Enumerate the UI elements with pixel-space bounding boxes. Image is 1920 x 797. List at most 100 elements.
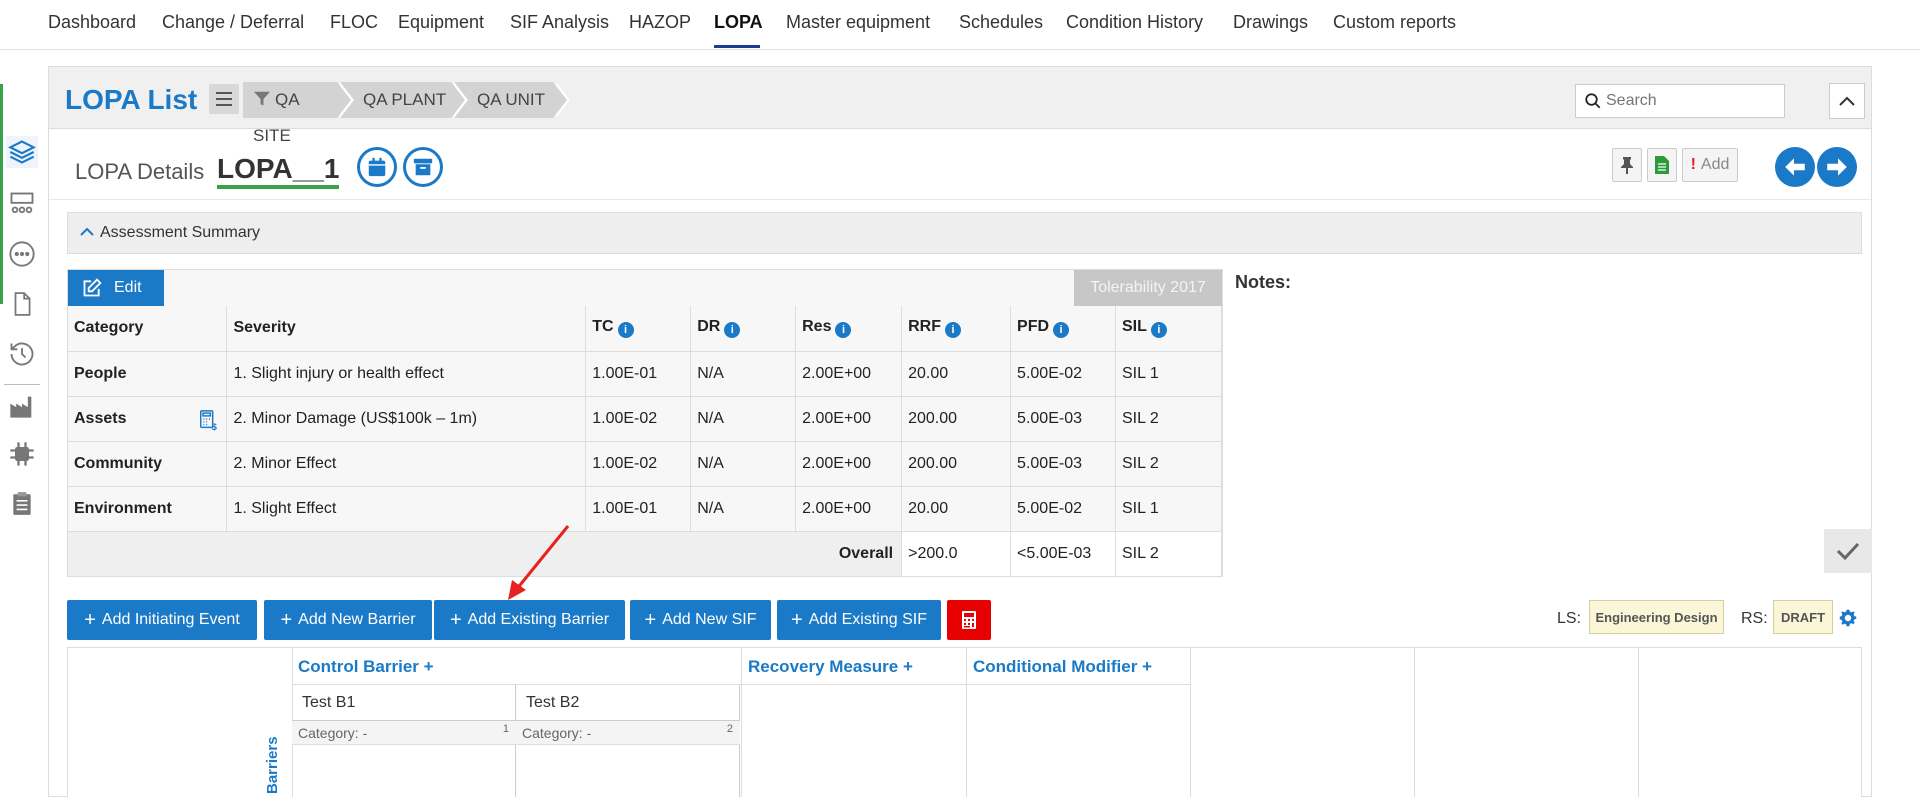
- barrier-name: Test B1: [292, 685, 516, 721]
- next-button[interactable]: [1817, 147, 1857, 187]
- tolerability-button[interactable]: Tolerability 2017: [1074, 270, 1222, 306]
- info-icon[interactable]: i: [1150, 322, 1167, 339]
- gear-icon[interactable]: [1837, 607, 1859, 629]
- cell-sil: SIL 2: [1115, 396, 1222, 442]
- nav-condition-history[interactable]: Condition History: [1066, 12, 1203, 33]
- barrier-card[interactable]: Test B1 Category: - 1: [292, 685, 516, 797]
- control-barrier-header[interactable]: Control Barrier +: [298, 657, 434, 677]
- add-initiating-event-button[interactable]: + Add Initiating Event: [67, 600, 257, 640]
- calculator-icon[interactable]: $: [198, 409, 220, 431]
- calendar-button[interactable]: [357, 147, 397, 187]
- svg-text:$: $: [212, 422, 217, 431]
- search-input[interactable]: [1606, 85, 1781, 117]
- clipboard-icon[interactable]: [6, 488, 38, 520]
- cell-res: 2.00E+00: [795, 351, 903, 397]
- assessment-summary-toggle[interactable]: Assessment Summary: [67, 212, 1862, 254]
- col-pfd-label: PFD: [1017, 318, 1050, 336]
- info-icon[interactable]: i: [617, 322, 634, 339]
- archive-button[interactable]: [403, 147, 443, 187]
- nav-lopa[interactable]: LOPA: [714, 12, 763, 33]
- info-icon[interactable]: i: [1053, 322, 1070, 339]
- nav-schedules[interactable]: Schedules: [959, 12, 1043, 33]
- breadcrumb-site[interactable]: QA SITE: [243, 82, 354, 145]
- cell-tc: 1.00E-02: [585, 396, 692, 442]
- plus-icon: +: [280, 608, 293, 631]
- barrier-card[interactable]: Test B2 Category: - 2: [516, 685, 740, 797]
- breadcrumb-unit-label: QA UNIT: [477, 90, 546, 109]
- barrier-index: 2: [726, 723, 733, 735]
- info-icon[interactable]: i: [724, 322, 741, 339]
- more-circle-icon[interactable]: [6, 238, 38, 270]
- nav-drawings[interactable]: Drawings: [1233, 12, 1308, 33]
- rs-status-badge: DRAFT: [1773, 600, 1833, 634]
- previous-button[interactable]: [1775, 147, 1815, 187]
- arrow-right-icon: [1827, 158, 1847, 176]
- nav-sif-analysis[interactable]: SIF Analysis: [510, 12, 609, 33]
- add-new-sif-button[interactable]: + Add New SIF: [630, 600, 771, 640]
- add-button-label: Add: [1700, 156, 1730, 173]
- collapse-button[interactable]: [1829, 83, 1865, 119]
- table-header-row: Category Severity TC i DR i Res i RRF i PFD i…: [68, 306, 1222, 352]
- pin-button[interactable]: [1612, 148, 1642, 182]
- cell-sil: SIL 1: [1115, 486, 1222, 532]
- pin-icon: [1621, 157, 1633, 174]
- plus-icon[interactable]: +: [1142, 657, 1152, 676]
- export-excel-button[interactable]: [1647, 148, 1677, 182]
- calculate-button[interactable]: [947, 600, 991, 640]
- nav-hazop[interactable]: HAZOP: [629, 12, 691, 33]
- info-icon[interactable]: i: [835, 322, 852, 339]
- add-new-barrier-button[interactable]: + Add New Barrier: [264, 600, 432, 640]
- layers-icon[interactable]: [6, 136, 38, 168]
- rail-separator: [4, 384, 40, 385]
- add-existing-barrier-button[interactable]: + Add Existing Barrier: [434, 600, 625, 640]
- nav-floc[interactable]: FLOC: [330, 12, 378, 33]
- summary-grid: Category Severity TC i DR i Res i RRF i PFD i…: [68, 306, 1222, 577]
- add-button[interactable]: ! Add: [1682, 148, 1738, 182]
- recovery-measure-label: Recovery Measure: [748, 657, 899, 676]
- menu-button[interactable]: [209, 84, 239, 114]
- breadcrumb-unit[interactable]: QA UNIT: [455, 82, 570, 118]
- nav-change-deferral[interactable]: Change / Deferral: [162, 12, 304, 33]
- nav-dashboard[interactable]: Dashboard: [48, 12, 136, 33]
- plus-icon[interactable]: +: [903, 657, 913, 676]
- breadcrumb-plant[interactable]: QA PLANT: [341, 82, 468, 118]
- add-existing-sif-button[interactable]: + Add Existing SIF: [777, 600, 941, 640]
- nav-equipment[interactable]: Equipment: [398, 12, 484, 33]
- document-icon[interactable]: [6, 288, 38, 320]
- cell-dr: N/A: [690, 396, 797, 442]
- conditional-modifier-header[interactable]: Conditional Modifier +: [973, 657, 1152, 677]
- complete-button[interactable]: [1824, 529, 1872, 573]
- plus-icon[interactable]: +: [424, 657, 434, 676]
- factory-icon[interactable]: [6, 390, 38, 422]
- calculator-icon: [962, 611, 976, 629]
- chip-icon[interactable]: [6, 438, 38, 470]
- notes-label: Notes:: [1235, 272, 1292, 292]
- nav-active-underline: [714, 45, 760, 48]
- nav-master-equipment[interactable]: Master equipment: [786, 12, 930, 33]
- info-icon[interactable]: i: [944, 322, 961, 339]
- org-chart-icon[interactable]: [6, 188, 38, 220]
- overall-row: Overall >200.0 <5.00E-03 SIL 2: [68, 531, 1222, 577]
- barrier-name: Test B2: [516, 685, 740, 721]
- edit-button[interactable]: Edit: [68, 270, 164, 306]
- plus-icon: +: [449, 608, 462, 631]
- page-title: LOPA List: [65, 84, 198, 115]
- cell-category: Community: [68, 441, 228, 487]
- table-row: People 1. Slight injury or health effect…: [68, 351, 1222, 397]
- col-tc-label: TC: [592, 318, 614, 336]
- col-res: Res i: [795, 306, 903, 352]
- calendar-icon: [368, 157, 386, 177]
- add-new-sif-label: Add New SIF: [662, 611, 757, 628]
- plus-icon: +: [644, 608, 657, 631]
- archive-icon: [413, 158, 433, 176]
- cell-rrf: 200.00: [901, 396, 1012, 442]
- col-category: Category: [68, 306, 228, 352]
- nav-custom-reports[interactable]: Custom reports: [1333, 12, 1456, 33]
- overall-label: Overall: [68, 531, 903, 577]
- recovery-measure-header[interactable]: Recovery Measure +: [748, 657, 913, 677]
- table-row: Community 2. Minor Effect 1.00E-02 N/A 2…: [68, 441, 1222, 487]
- history-icon[interactable]: [6, 338, 38, 370]
- col-rrf: RRF i: [901, 306, 1012, 352]
- ls-status-badge: Engineering Design: [1589, 600, 1724, 634]
- cell-severity: 2. Minor Effect: [226, 441, 587, 487]
